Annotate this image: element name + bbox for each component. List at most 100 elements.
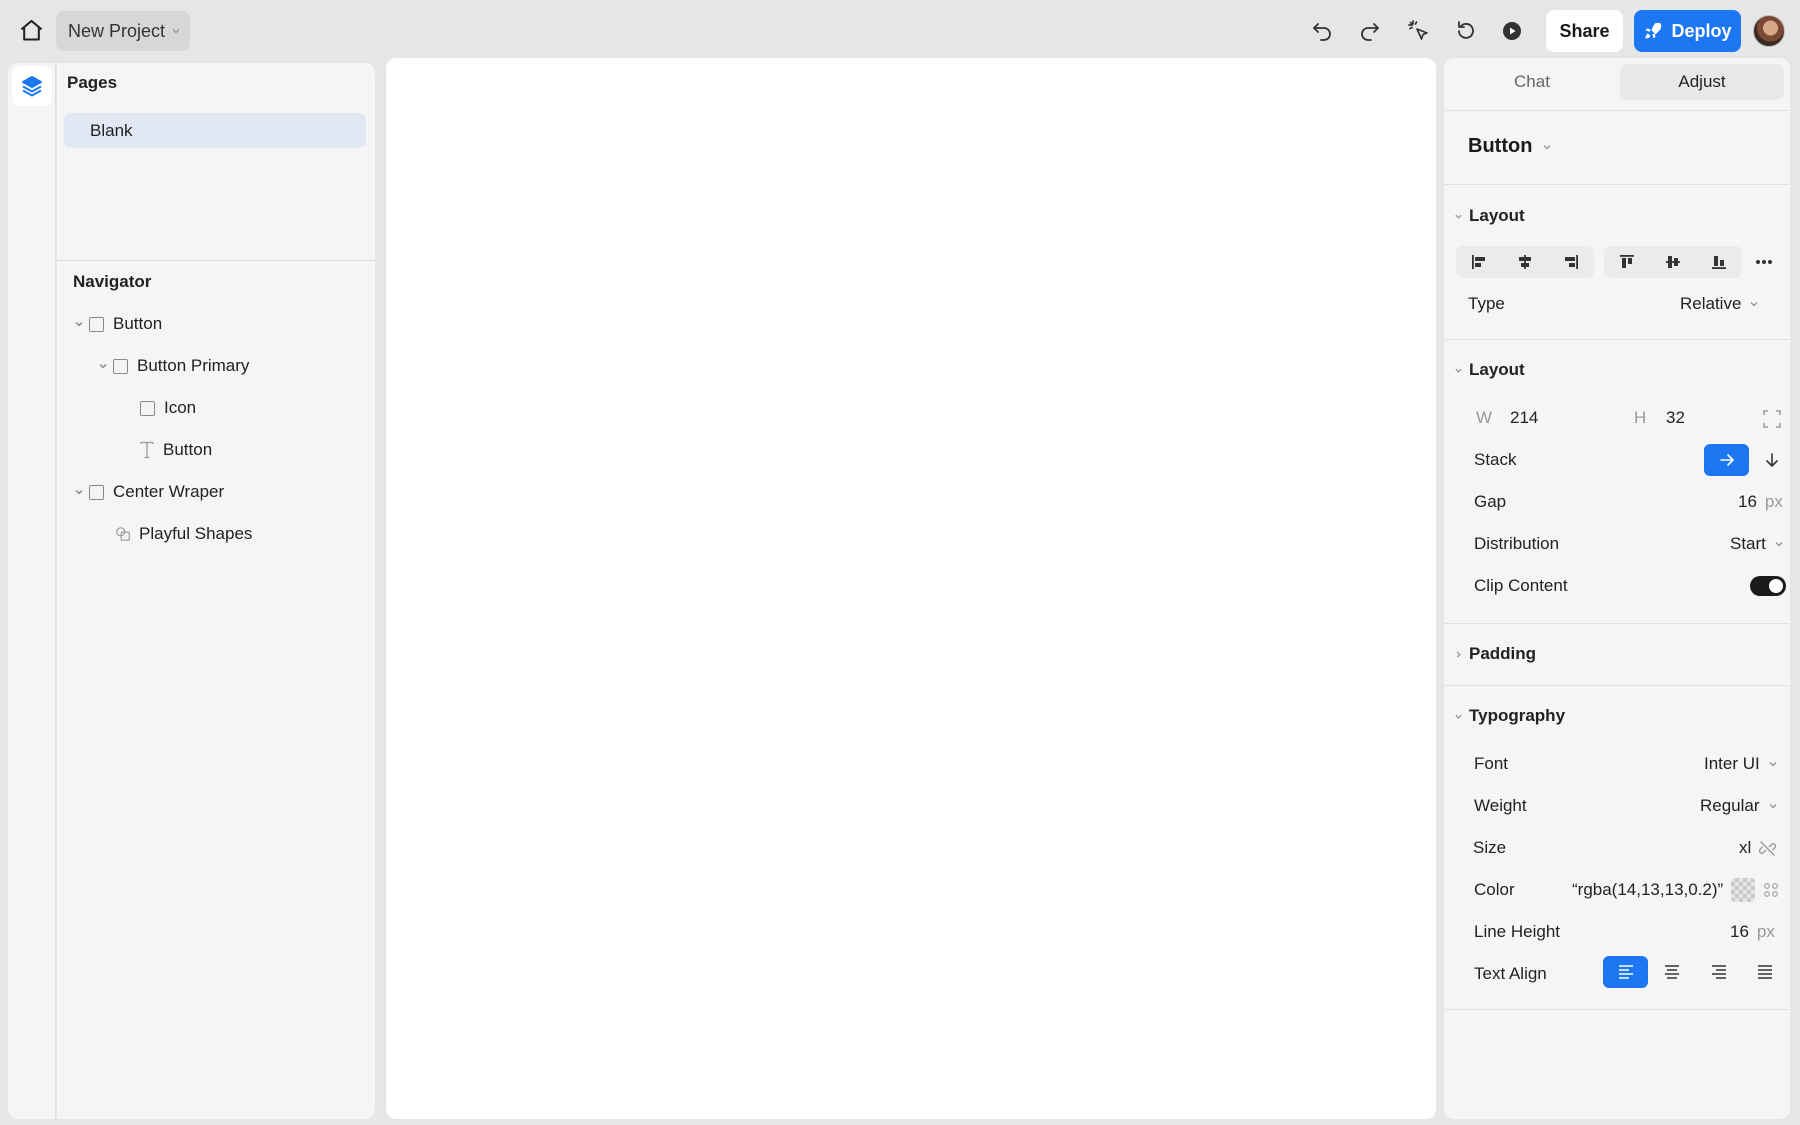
divider bbox=[57, 260, 375, 261]
color-label: Color bbox=[1474, 880, 1515, 899]
share-button[interactable]: Share bbox=[1546, 10, 1623, 52]
tab-chat[interactable]: Chat bbox=[1450, 64, 1614, 100]
chevron-down-icon[interactable] bbox=[69, 319, 89, 329]
color-swatch[interactable] bbox=[1731, 878, 1756, 902]
toggle-knob bbox=[1769, 579, 1783, 593]
shapes-icon bbox=[115, 525, 131, 543]
line-height-label: Line Height bbox=[1474, 922, 1561, 941]
chevron-down-icon[interactable] bbox=[69, 487, 89, 497]
home-icon[interactable] bbox=[18, 17, 45, 44]
align-center-h-icon[interactable] bbox=[1502, 246, 1548, 278]
unlink-icon[interactable] bbox=[1759, 840, 1777, 857]
layers-icon[interactable] bbox=[12, 66, 52, 106]
rocket-icon bbox=[1643, 21, 1663, 41]
arrow-down-icon[interactable] bbox=[1764, 452, 1780, 468]
clip-content-toggle[interactable] bbox=[1750, 576, 1786, 596]
page-item-label: Blank bbox=[90, 120, 133, 140]
expand-icon[interactable] bbox=[1762, 409, 1782, 429]
design-canvas[interactable] bbox=[386, 58, 1436, 1119]
section-title: Layout bbox=[1469, 206, 1525, 225]
text-align-right-button[interactable] bbox=[1696, 956, 1741, 988]
project-selector[interactable]: New Project bbox=[56, 11, 190, 51]
distribution-select[interactable]: Start bbox=[1730, 534, 1784, 554]
tree-item-playful-shapes[interactable]: Playful Shapes bbox=[115, 519, 252, 549]
color-input[interactable]: “rgba(14,13,13,0.2)” bbox=[1572, 878, 1779, 902]
distribution-value: Start bbox=[1730, 534, 1766, 553]
align-text-right-icon bbox=[1710, 964, 1728, 980]
tree-item-center-wraper[interactable]: Center Wraper bbox=[69, 477, 224, 507]
share-label: Share bbox=[1559, 20, 1610, 41]
align-top-icon[interactable] bbox=[1604, 246, 1650, 278]
chevron-down-icon[interactable] bbox=[93, 361, 113, 371]
chevron-down-icon bbox=[1774, 539, 1784, 549]
divider bbox=[1444, 110, 1790, 111]
section-padding-header[interactable]: Padding bbox=[1454, 644, 1536, 664]
align-right-icon[interactable] bbox=[1548, 246, 1594, 278]
frame-icon bbox=[113, 358, 128, 374]
chevron-down-icon bbox=[1454, 212, 1463, 221]
section-layout-header[interactable]: Layout bbox=[1454, 360, 1525, 380]
gap-unit: px bbox=[1764, 492, 1783, 511]
more-options-icon[interactable] bbox=[1752, 252, 1776, 272]
gap-input[interactable]: 16 px bbox=[1738, 492, 1783, 512]
chevron-down-icon bbox=[1542, 142, 1552, 152]
component-selector[interactable]: Button bbox=[1468, 135, 1552, 158]
weight-label: Weight bbox=[1474, 796, 1527, 815]
undo-icon[interactable] bbox=[1310, 19, 1334, 43]
text-align-left-button[interactable] bbox=[1603, 956, 1648, 988]
page-item[interactable]: Blank bbox=[64, 113, 366, 148]
align-middle-icon[interactable] bbox=[1650, 246, 1696, 278]
refresh-icon[interactable] bbox=[1454, 19, 1478, 43]
weight-select[interactable]: Regular bbox=[1700, 796, 1778, 816]
tree-item-button-primary[interactable]: Button Primary bbox=[93, 351, 249, 381]
token-grid-icon[interactable] bbox=[1763, 882, 1779, 898]
deploy-button[interactable]: Deploy bbox=[1634, 10, 1741, 52]
type-select[interactable]: Relative bbox=[1680, 294, 1759, 314]
avatar[interactable] bbox=[1753, 15, 1785, 47]
tree-item-icon[interactable]: Icon bbox=[140, 393, 196, 423]
color-value: “rgba(14,13,13,0.2)” bbox=[1572, 880, 1724, 899]
arrow-right-icon bbox=[1719, 452, 1735, 468]
gap-value: 16 bbox=[1738, 492, 1757, 511]
tree-item-label: Button Primary bbox=[137, 356, 250, 375]
chevron-down-icon bbox=[171, 26, 181, 36]
cursor-click-icon[interactable] bbox=[1407, 19, 1431, 43]
tab-label: Adjust bbox=[1678, 72, 1726, 91]
frame-icon bbox=[89, 484, 104, 500]
gap-label: Gap bbox=[1474, 492, 1507, 511]
project-name: New Project bbox=[68, 20, 166, 41]
divider bbox=[1444, 623, 1790, 624]
chevron-down-icon bbox=[1768, 801, 1778, 811]
section-typography-header[interactable]: Typography bbox=[1454, 706, 1565, 726]
stack-horizontal-button[interactable] bbox=[1704, 444, 1749, 476]
font-select[interactable]: Inter UI bbox=[1704, 754, 1778, 774]
width-input[interactable]: 214 bbox=[1510, 408, 1538, 428]
top-bar: New Project Share Deploy bbox=[0, 0, 1800, 58]
tree-item-button-text[interactable]: Button bbox=[139, 435, 212, 465]
navigator-title: Navigator bbox=[73, 272, 152, 291]
section-title: Padding bbox=[1469, 644, 1537, 663]
clip-content-label: Clip Content bbox=[1474, 576, 1568, 595]
play-icon[interactable] bbox=[1500, 19, 1524, 43]
height-input[interactable]: 32 bbox=[1666, 408, 1685, 428]
align-left-icon[interactable] bbox=[1456, 246, 1502, 278]
component-name: Button bbox=[1468, 135, 1533, 157]
size-input[interactable]: xl bbox=[1739, 838, 1777, 858]
stack-label: Stack bbox=[1474, 450, 1517, 469]
size-value: xl bbox=[1739, 838, 1752, 857]
chevron-right-icon bbox=[1454, 650, 1463, 659]
align-text-justify-icon bbox=[1756, 964, 1774, 980]
tree-item-label: Icon bbox=[164, 398, 197, 417]
align-bottom-icon[interactable] bbox=[1696, 246, 1742, 278]
line-height-input[interactable]: 16 px bbox=[1730, 922, 1775, 942]
text-align-center-button[interactable] bbox=[1649, 956, 1694, 988]
text-icon bbox=[139, 441, 155, 459]
text-align-justify-button[interactable] bbox=[1742, 956, 1787, 988]
line-height-value: 16 bbox=[1730, 922, 1749, 941]
section-layout-header[interactable]: Layout bbox=[1454, 206, 1525, 226]
tab-adjust[interactable]: Adjust bbox=[1620, 64, 1784, 100]
section-title: Typography bbox=[1469, 706, 1566, 725]
tree-item-button[interactable]: Button bbox=[69, 309, 162, 339]
redo-icon[interactable] bbox=[1358, 19, 1382, 43]
chevron-down-icon bbox=[1454, 712, 1463, 721]
